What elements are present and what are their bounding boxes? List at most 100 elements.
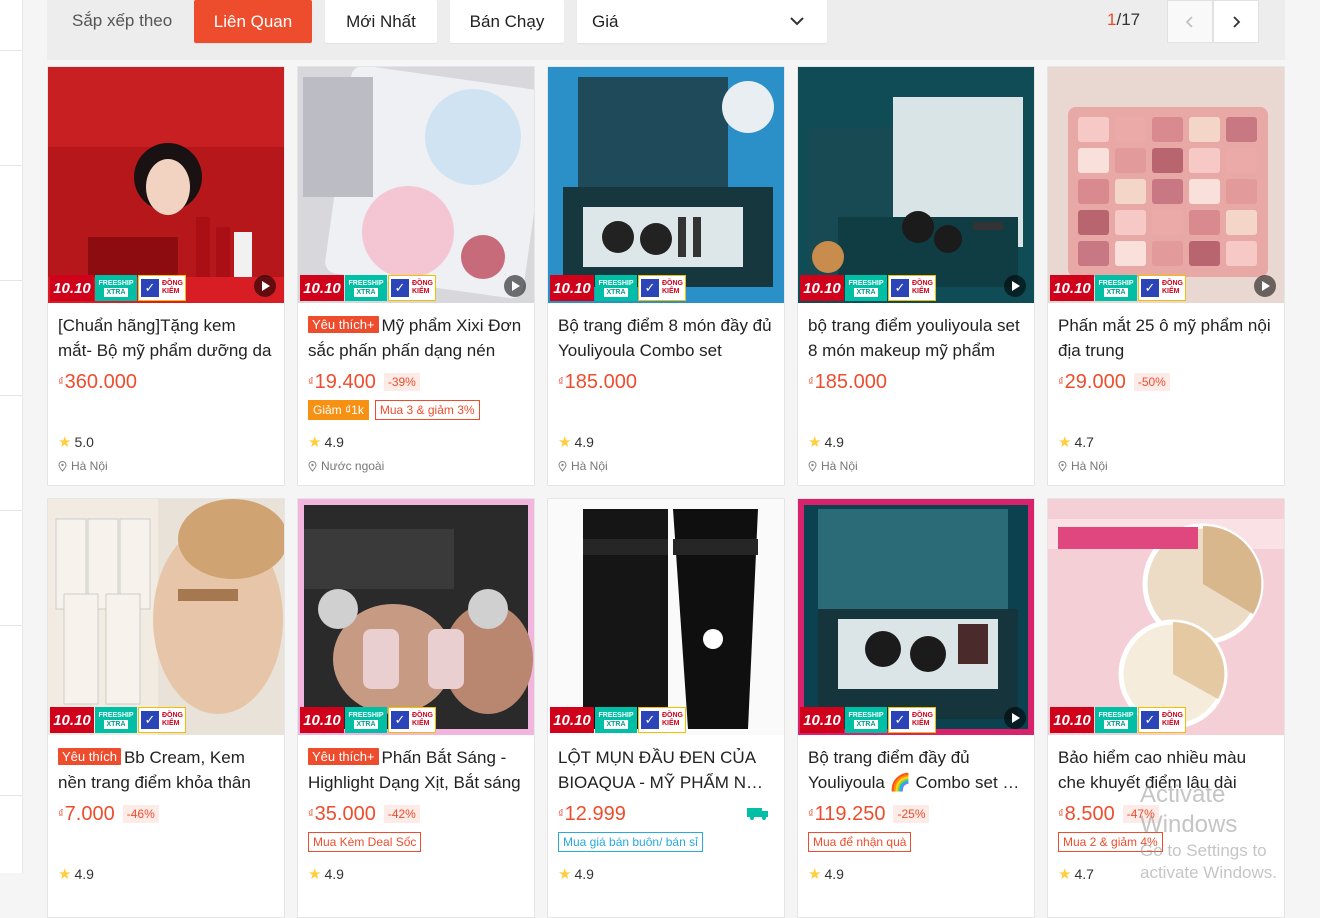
- verified-text: ĐỒNG KIỂM: [912, 280, 933, 296]
- video-play-icon[interactable]: [1004, 707, 1026, 729]
- product-card[interactable]: 10.10 FREESHIP XTRA ✓ ĐỒNG KIỂM bộ trang đi…: [797, 66, 1035, 486]
- product-image[interactable]: 10.10 FREESHIP XTRA ✓ ĐỒNG KIỂM: [1048, 499, 1284, 735]
- check-icon: ✓: [1141, 711, 1159, 729]
- product-image[interactable]: 10.10 FREESHIP XTRA ✓ ĐỒNG KIỂM: [48, 499, 284, 735]
- product-info: Bộ trang điểm 8 món đầy đủ Youliyoula Co…: [548, 303, 784, 474]
- product-card[interactable]: 10.10 FREESHIP XTRA ✓ ĐỒNG KIỂM Yêu thích+ M…: [297, 66, 535, 486]
- location-pin-icon: [808, 460, 817, 472]
- product-price: 185.000: [814, 370, 887, 393]
- verified-badge: ✓ ĐỒNG KIỂM: [1138, 707, 1186, 733]
- product-image[interactable]: 10.10 FREESHIP XTRA ✓ ĐỒNG KIỂM: [48, 67, 284, 303]
- product-image[interactable]: 10.10 FREESHIP XTRA ✓ ĐỒNG KIỂM: [298, 499, 534, 735]
- rail-divider: [0, 510, 22, 511]
- product-title[interactable]: Bộ trang điểm đầy đủ Youliyoula 🌈 Combo …: [808, 745, 1024, 795]
- product-card[interactable]: 10.10 FREESHIP XTRA ✓ ĐỒNG KIỂM Yêu thích Bb…: [47, 498, 285, 918]
- product-info: LỘT MỤN ĐẦU ĐEN CỦA BIOAQUA - MỸ PHẨM NỘ…: [548, 735, 784, 883]
- product-rating: ★ 4.9: [558, 865, 774, 883]
- product-card[interactable]: 10.10 FREESHIP XTRA ✓ ĐỒNG KIỂM Phấn mắt 25…: [1047, 66, 1285, 486]
- product-card[interactable]: 10.10 FREESHIP XTRA ✓ ĐỒNG KIỂM Bộ trang đi…: [797, 498, 1035, 918]
- rating-value: 4.9: [74, 866, 94, 882]
- sale-1010-badge: 10.10: [300, 707, 344, 733]
- verified-text: ĐỒNG KIỂM: [412, 712, 433, 728]
- product-title[interactable]: Phấn mắt 25 ô mỹ phẩm nội địa trung: [1058, 313, 1274, 363]
- product-title[interactable]: Bộ trang điểm 8 món đầy đủ Youliyoula Co…: [558, 313, 774, 363]
- next-page-button[interactable]: [1213, 0, 1259, 43]
- product-photo: [798, 67, 1034, 303]
- verified-line1: ĐỒNG: [412, 280, 433, 287]
- product-card[interactable]: 10.10 FREESHIP XTRA ✓ ĐỒNG KIỂM Bộ trang đi…: [547, 66, 785, 486]
- video-play-icon[interactable]: [1254, 275, 1276, 297]
- watermark-title: Activate Windows: [1140, 781, 1238, 838]
- product-location: Hà Nội: [58, 458, 274, 474]
- product-image[interactable]: 10.10 FREESHIP XTRA ✓ ĐỒNG KIỂM: [1048, 67, 1284, 303]
- currency-symbol: ₫: [308, 376, 314, 388]
- video-play-icon[interactable]: [254, 275, 276, 297]
- rail-divider: [0, 165, 22, 166]
- product-rating: ★ 5.0: [58, 433, 274, 451]
- product-image[interactable]: 10.10 FREESHIP XTRA ✓ ĐỒNG KIỂM: [298, 67, 534, 303]
- freeship-xtra-badge: FREESHIP XTRA: [595, 275, 637, 301]
- promo-tag: Mua Kèm Deal Sốc: [308, 832, 422, 852]
- chevron-right-icon: [1233, 15, 1241, 28]
- promo-row: Mua giá bán buôn/ bán sỉ: [558, 832, 774, 854]
- product-card[interactable]: 10.10 FREESHIP XTRA ✓ ĐỒNG KIỂM [Chuẩn hãng…: [47, 66, 285, 486]
- sale-1010-badge: 10.10: [550, 707, 594, 733]
- verified-text: ĐỒNG KIỂM: [1162, 712, 1183, 728]
- rating-value: 4.9: [574, 866, 594, 882]
- product-image[interactable]: 10.10 FREESHIP XTRA ✓ ĐỒNG KIỂM: [548, 67, 784, 303]
- product-card[interactable]: 10.10 FREESHIP XTRA ✓ ĐỒNG KIỂM LỘT MỤN ĐẦU…: [547, 498, 785, 918]
- freeship-xtra-badge: FREESHIP XTRA: [1095, 707, 1137, 733]
- verified-text: ĐỒNG KIỂM: [662, 280, 683, 296]
- rating-value: 4.9: [324, 434, 344, 450]
- video-play-icon[interactable]: [1004, 275, 1026, 297]
- verified-text: ĐỒNG KIỂM: [162, 280, 183, 296]
- freeship-xtra-badge: FREESHIP XTRA: [845, 707, 887, 733]
- rating-value: 4.9: [574, 434, 594, 450]
- promo-tag: Mua để nhận quà: [808, 832, 912, 852]
- currency-symbol: ₫: [1058, 808, 1064, 820]
- free-shipping-truck-icon: [747, 808, 768, 820]
- verified-badge: ✓ ĐỒNG KIỂM: [138, 707, 186, 733]
- location-text: Hà Nội: [821, 459, 858, 473]
- star-icon: ★: [1058, 434, 1072, 451]
- product-price: 119.250: [814, 802, 886, 825]
- promo-row: [558, 400, 774, 422]
- price-sort-select[interactable]: Giá: [577, 0, 827, 43]
- product-info: Bộ trang điểm đầy đủ Youliyoula 🌈 Combo …: [798, 735, 1034, 883]
- verified-line1: ĐỒNG: [912, 280, 933, 287]
- product-rating: ★ 4.9: [308, 433, 524, 451]
- star-icon: ★: [58, 434, 72, 451]
- freeship-text: FREESHIP: [348, 712, 384, 719]
- product-image[interactable]: 10.10 FREESHIP XTRA ✓ ĐỒNG KIỂM: [798, 67, 1034, 303]
- prev-page-button[interactable]: [1167, 0, 1213, 43]
- product-title[interactable]: LỘT MỤN ĐẦU ĐEN CỦA BIOAQUA - MỸ PHẨM NỘ…: [558, 745, 774, 795]
- product-title[interactable]: Yêu thích+ Phấn Bắt Sáng - Highlight Dạng…: [308, 745, 524, 795]
- product-image[interactable]: 10.10 FREESHIP XTRA ✓ ĐỒNG KIỂM: [798, 499, 1034, 735]
- video-play-icon[interactable]: [504, 275, 526, 297]
- product-title[interactable]: Yêu thích+ Mỹ phẩm Xixi Đơn sắc phấn phấn…: [308, 313, 524, 363]
- product-card[interactable]: 10.10 FREESHIP XTRA ✓ ĐỒNG KIỂM Yêu thích+ P…: [297, 498, 535, 918]
- sort-bestselling-button[interactable]: Bán Chạy: [450, 0, 564, 43]
- product-title[interactable]: bộ trang điểm youliyoula set 8 món makeu…: [808, 313, 1024, 363]
- sale-1010-badge: 10.10: [550, 275, 594, 301]
- product-price: 7.000: [64, 802, 115, 825]
- product-location: Nước ngoài: [308, 458, 524, 474]
- product-image[interactable]: 10.10 FREESHIP XTRA ✓ ĐỒNG KIỂM: [548, 499, 784, 735]
- verified-line1: ĐỒNG: [162, 712, 183, 719]
- verified-badge: ✓ ĐỒNG KIỂM: [888, 707, 936, 733]
- product-title[interactable]: Yêu thích Bb Cream, Kem nền trang điểm kh…: [58, 745, 274, 795]
- verified-badge: ✓ ĐỒNG KIỂM: [388, 707, 436, 733]
- verified-text: ĐỒNG KIỂM: [912, 712, 933, 728]
- discount-badge: -39%: [383, 373, 420, 391]
- sort-relevance-button[interactable]: Liên Quan: [194, 0, 312, 43]
- product-info: Yêu thích+ Phấn Bắt Sáng - Highlight Dạng…: [298, 735, 534, 883]
- page-indicator: 1/17: [1107, 10, 1140, 30]
- product-title[interactable]: [Chuẩn hãng]Tặng kem mắt- Bộ mỹ phẩm dưỡ…: [58, 313, 274, 363]
- promo-row: [58, 832, 274, 854]
- product-price: 360.000: [64, 370, 137, 393]
- check-icon: ✓: [141, 279, 159, 297]
- xtra-text: XTRA: [1104, 720, 1128, 729]
- sort-newest-button[interactable]: Mới Nhất: [325, 0, 437, 43]
- product-title-text: bộ trang điểm youliyoula set 8 món makeu…: [808, 316, 1020, 360]
- xtra-text: XTRA: [104, 288, 128, 297]
